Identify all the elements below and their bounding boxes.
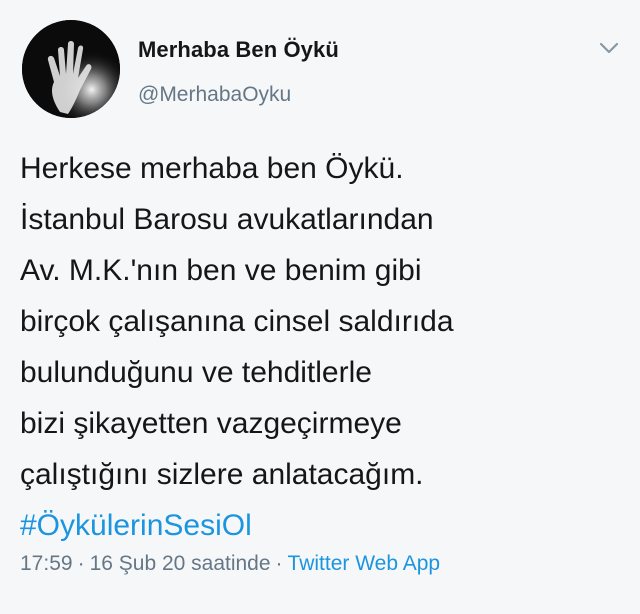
tweet-text-line: çalıştığını sizlere anlatacağım. <box>20 458 424 491</box>
author-display-name[interactable]: Merhaba Ben Öykü <box>138 37 339 63</box>
tweet-text-line: birçok çalışanına cinsel saldırıda <box>20 305 454 338</box>
avatar[interactable] <box>22 20 120 118</box>
tweet-text-line: bulunduğunu ve tehditlerle <box>20 356 372 389</box>
tweet-text-line: bizi şikayetten vazgeçirmeye <box>20 407 402 440</box>
meta-separator: · <box>275 552 283 575</box>
tweet-date[interactable]: 16 Şub 20 saatinde <box>90 552 271 575</box>
tweet-time[interactable]: 17:59 <box>20 552 73 575</box>
chevron-down-icon[interactable] <box>598 40 620 56</box>
tweet-card: Merhaba Ben Öykü @MerhabaOyku Herkese me… <box>0 0 640 614</box>
tweet-text-line: Herkese merhaba ben Öykü. <box>20 152 404 185</box>
meta-separator: · <box>77 552 85 575</box>
tweet-text-line: Av. M.K.'nın ben ve benim gibi <box>20 254 422 287</box>
tweet-meta: 17:59 · 16 Şub 20 saatinde · Twitter Web App <box>20 552 440 576</box>
hand-silhouette-avatar-icon <box>22 20 120 118</box>
tweet-source-link[interactable]: Twitter Web App <box>288 552 441 575</box>
hashtag-link[interactable]: #ÖykülerinSesiOl <box>20 500 630 551</box>
tweet-text-line: İstanbul Barosu avukatlarından <box>20 203 434 236</box>
tweet-text: Herkese merhaba ben Öykü. İstanbul Baros… <box>20 143 630 551</box>
author-handle[interactable]: @MerhabaOyku <box>138 83 291 107</box>
